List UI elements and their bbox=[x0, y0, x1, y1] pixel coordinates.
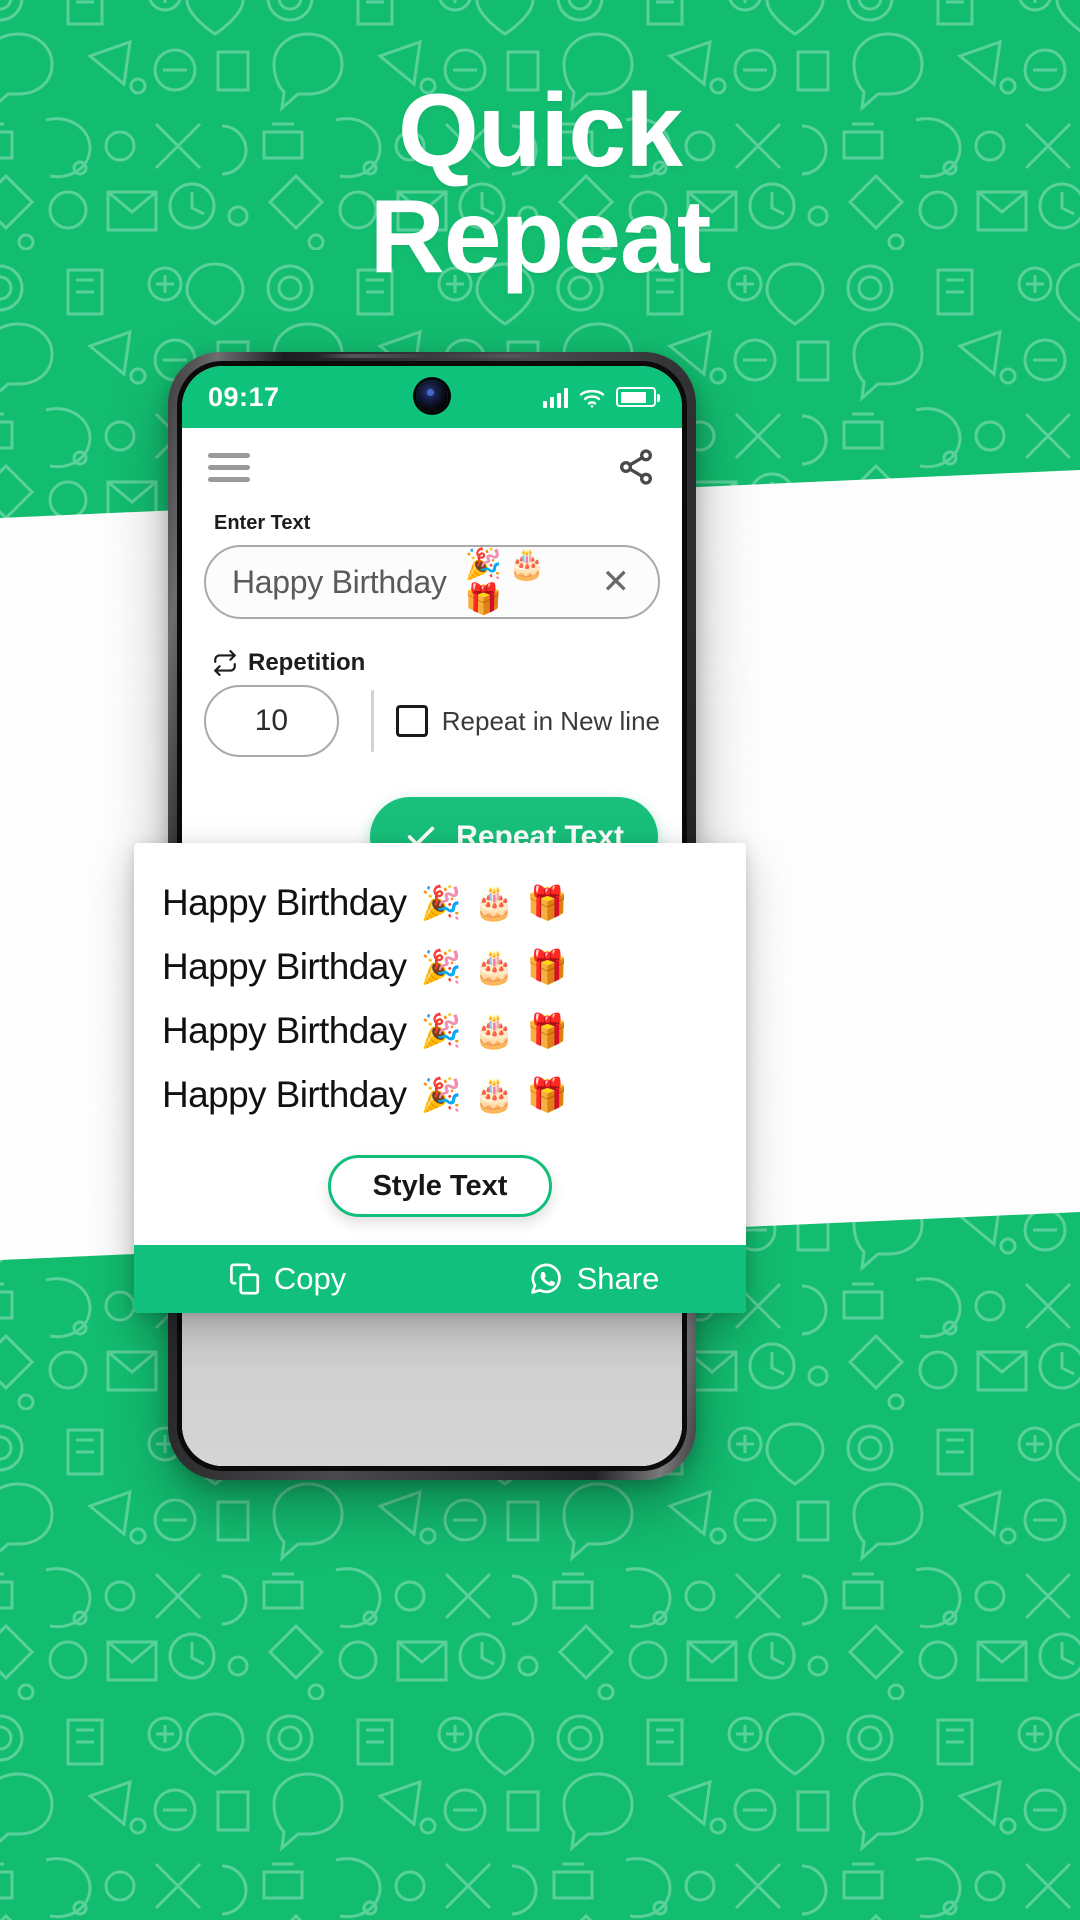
hamburger-menu-icon[interactable] bbox=[208, 452, 250, 482]
whatsapp-icon bbox=[527, 1260, 565, 1298]
text-input-emojis: 🎉🎂🎁 bbox=[464, 548, 552, 616]
result-lines: Happy Birthday 🎉🎂🎁 Happy Birthday 🎉🎂🎁 Ha… bbox=[134, 843, 746, 1141]
headline-line-2: Repeat bbox=[369, 179, 712, 296]
style-text-button[interactable]: Style Text bbox=[327, 1155, 553, 1217]
promo-headline: Quick Repeat bbox=[0, 78, 1080, 290]
result-line: Happy Birthday 🎉🎂🎁 bbox=[162, 935, 746, 999]
status-time: 09:17 bbox=[208, 381, 280, 412]
repetition-input[interactable]: 10 bbox=[204, 685, 339, 757]
result-line-emojis: 🎉🎂🎁 bbox=[420, 1011, 580, 1049]
repetition-header: Repetition bbox=[212, 649, 660, 677]
result-line-text: Happy Birthday bbox=[162, 1074, 407, 1115]
result-line-emojis: 🎉🎂🎁 bbox=[420, 947, 580, 985]
result-card: Happy Birthday 🎉🎂🎁 Happy Birthday 🎉🎂🎁 Ha… bbox=[134, 843, 746, 1313]
share-button[interactable]: Share bbox=[440, 1260, 746, 1298]
repetition-row: 10 Repeat in New line bbox=[204, 685, 660, 757]
form-section: Enter Text Happy Birthday 🎉🎂🎁 ✕ Repetiti… bbox=[182, 512, 682, 877]
copy-button[interactable]: Copy bbox=[134, 1261, 440, 1297]
headline-line-1: Quick bbox=[398, 73, 683, 189]
repetition-label: Repetition bbox=[248, 649, 366, 676]
copy-button-label: Copy bbox=[273, 1261, 347, 1296]
vertical-divider bbox=[370, 690, 374, 752]
share-icon[interactable] bbox=[616, 447, 656, 487]
copy-icon bbox=[228, 1262, 262, 1296]
result-line-emojis: 🎉🎂🎁 bbox=[420, 1075, 580, 1113]
battery-icon bbox=[616, 387, 660, 407]
repeat-new-line-option[interactable]: Repeat in New line bbox=[395, 705, 660, 737]
text-input-value: Happy Birthday bbox=[232, 563, 447, 600]
result-line: Happy Birthday 🎉🎂🎁 bbox=[162, 999, 746, 1063]
repeat-new-line-checkbox[interactable] bbox=[395, 705, 428, 737]
result-line-text: Happy Birthday bbox=[162, 1010, 407, 1051]
result-line: Happy Birthday 🎉🎂🎁 bbox=[162, 871, 746, 935]
front-camera-punch-hole-icon bbox=[416, 380, 448, 412]
result-line-text: Happy Birthday bbox=[162, 946, 407, 987]
wifi-icon bbox=[579, 387, 605, 408]
result-line-text: Happy Birthday bbox=[162, 882, 407, 923]
repeat-new-line-label: Repeat in New line bbox=[441, 705, 660, 736]
style-button-row: Style Text bbox=[134, 1141, 746, 1245]
status-icons bbox=[542, 386, 660, 408]
result-line-emojis: 🎉🎂🎁 bbox=[420, 883, 580, 921]
app-bar bbox=[182, 428, 682, 506]
clear-input-icon[interactable]: ✕ bbox=[592, 565, 641, 599]
result-line: Happy Birthday 🎉🎂🎁 bbox=[162, 1063, 746, 1127]
text-input-field[interactable]: Happy Birthday 🎉🎂🎁 ✕ bbox=[204, 545, 660, 619]
status-bar: 09:17 bbox=[182, 366, 682, 428]
share-button-label: Share bbox=[576, 1261, 660, 1296]
enter-text-label: Enter Text bbox=[214, 512, 311, 534]
action-bar: Copy Share bbox=[134, 1245, 746, 1313]
earpiece-speaker bbox=[317, 354, 547, 358]
cellular-signal-icon bbox=[542, 386, 568, 408]
repeat-icon bbox=[212, 650, 238, 676]
